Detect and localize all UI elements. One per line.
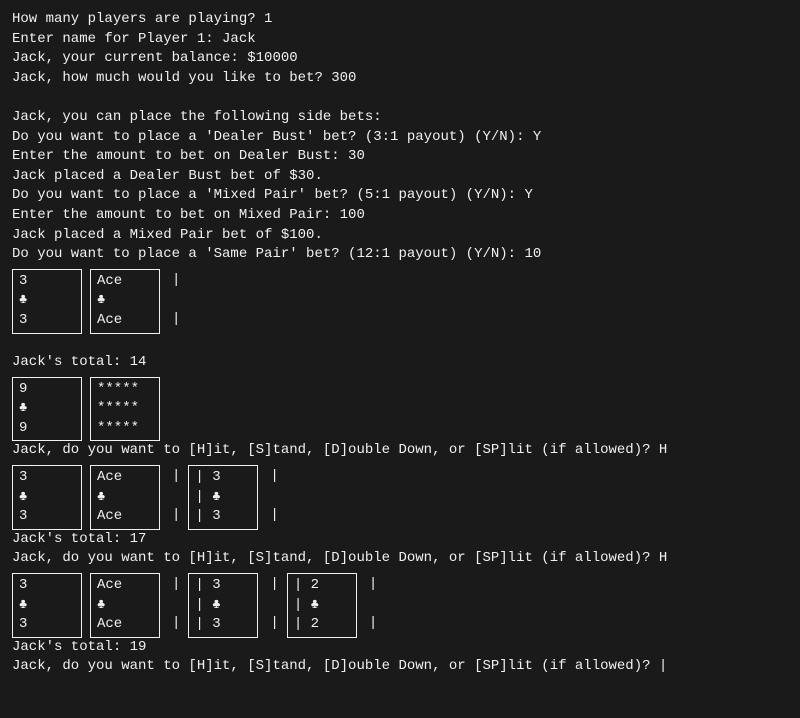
- line-7: Enter the amount to bet on Dealer Bust: …: [12, 147, 788, 167]
- prompt-2: Jack, do you want to [H]it, [S]tand, [D]…: [12, 549, 788, 569]
- card-ace-s4: Ace ♣ Ace: [90, 573, 160, 638]
- total-4: Jack's total: 19: [12, 638, 788, 658]
- total-1-text: Jack's total: 14: [12, 353, 788, 373]
- line-9: Do you want to place a 'Mixed Pair' bet?…: [12, 186, 788, 206]
- card-pipe-s4-1: | |: [168, 573, 184, 636]
- card-ace-first: Ace ♣ Ace: [90, 269, 160, 334]
- card-3-s3: 3 ♣ 3: [12, 465, 82, 530]
- card-section-3: 3 ♣ 3 Ace ♣ Ace | | | 3 | ♣ | 3 | |: [12, 465, 788, 530]
- card-pipe-s4-2: | |: [266, 573, 282, 636]
- prompt-3: Jack, do you want to [H]it, [S]tand, [D]…: [12, 657, 788, 677]
- line-blank-1: [12, 88, 788, 108]
- line-4: Jack, how much would you like to bet? 30…: [12, 69, 788, 89]
- line-8: Jack placed a Dealer Bust bet of $30.: [12, 167, 788, 187]
- card-3-s4: 3 ♣ 3: [12, 573, 82, 638]
- card-3-s3b: | 3 | ♣ | 3: [188, 465, 258, 530]
- card-section-2: 9 ♣ 9 ***** ***** *****: [12, 377, 788, 442]
- card-pipe-1: | |: [168, 269, 184, 332]
- total-3: Jack's total: 17: [12, 530, 788, 550]
- card-ace-s3: Ace ♣ Ace: [90, 465, 160, 530]
- card-section-4: 3 ♣ 3 Ace ♣ Ace | | | 3 | ♣ | 3 | | | 2 …: [12, 573, 788, 638]
- card-pipe-s4-3: | |: [365, 573, 381, 636]
- card-pipe-s3-1: | |: [168, 465, 184, 528]
- terminal: How many players are playing? 1 Enter na…: [12, 10, 788, 677]
- total-1: [12, 334, 788, 354]
- line-11: Jack placed a Mixed Pair bet of $100.: [12, 226, 788, 246]
- card-3-s4b: | 3 | ♣ | 3: [188, 573, 258, 638]
- card-hidden: ***** ***** *****: [90, 377, 160, 442]
- line-1: How many players are playing? 1: [12, 10, 788, 30]
- line-3: Jack, your current balance: $10000: [12, 49, 788, 69]
- card-pipe-s3-2: | |: [266, 465, 282, 528]
- card-9: 9 ♣ 9: [12, 377, 82, 442]
- line-5: Jack, you can place the following side b…: [12, 108, 788, 128]
- card-3-first: 3 ♣ 3: [12, 269, 82, 334]
- card-2-s4: | 2 | ♣ | 2: [287, 573, 357, 638]
- line-10: Enter the amount to bet on Mixed Pair: 1…: [12, 206, 788, 226]
- card-section-1: 3 ♣ 3 Ace ♣ Ace | |: [12, 269, 788, 334]
- line-2: Enter name for Player 1: Jack: [12, 30, 788, 50]
- prompt-1: Jack, do you want to [H]it, [S]tand, [D]…: [12, 441, 788, 461]
- line-12: Do you want to place a 'Same Pair' bet? …: [12, 245, 788, 265]
- line-6: Do you want to place a 'Dealer Bust' bet…: [12, 128, 788, 148]
